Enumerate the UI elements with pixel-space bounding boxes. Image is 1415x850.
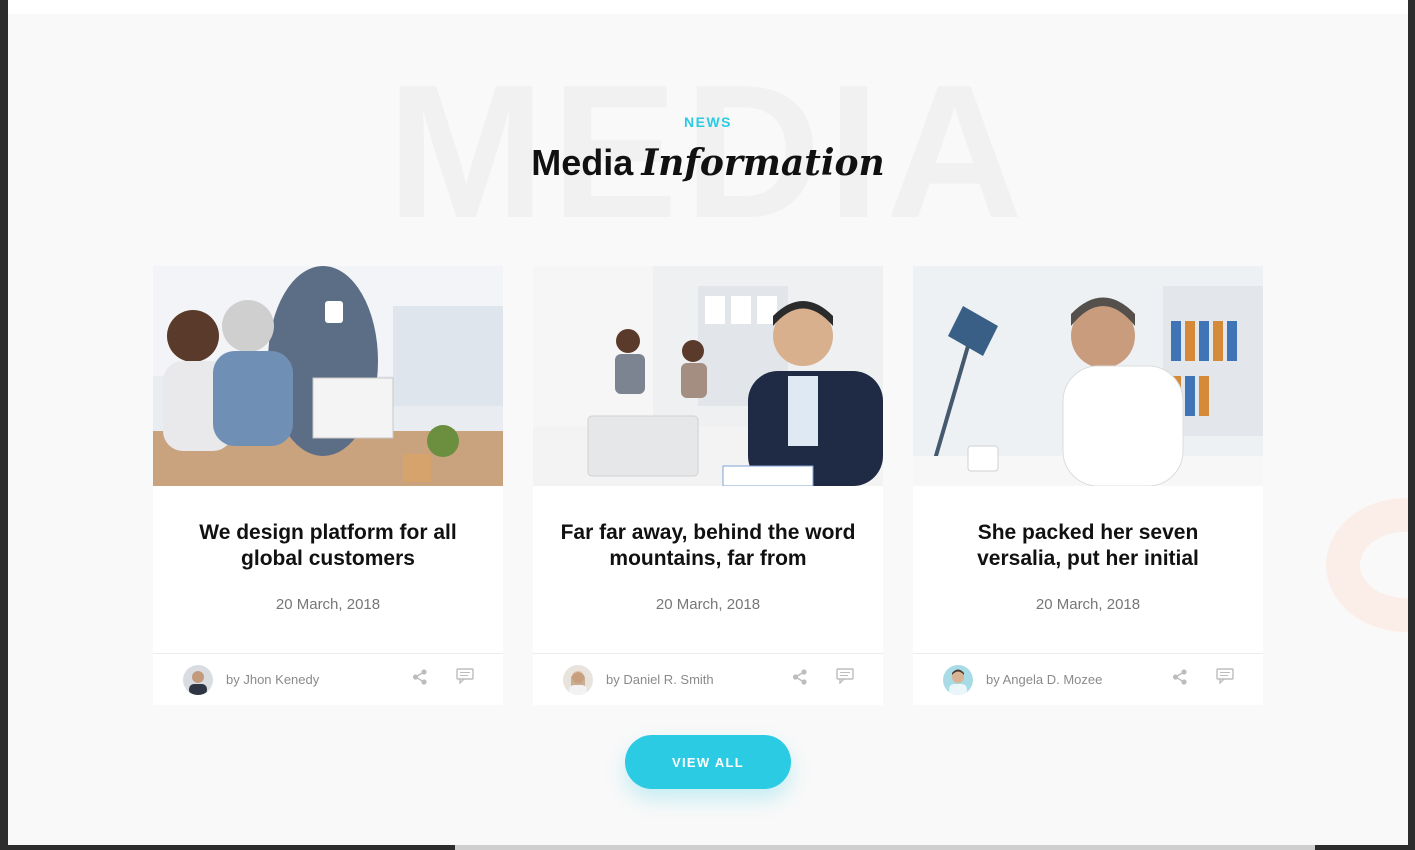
section-eyebrow: NEWS xyxy=(684,114,732,130)
news-card-title[interactable]: We design platform for all global custom… xyxy=(173,520,483,572)
news-card-footer: by Daniel R. Smith xyxy=(533,653,883,705)
author-avatar[interactable] xyxy=(943,665,973,695)
news-card-date: 20 March, 2018 xyxy=(655,596,761,613)
news-card-image[interactable] xyxy=(153,266,503,486)
author-avatar[interactable] xyxy=(563,665,593,695)
page-bottom-edge xyxy=(455,845,1315,850)
header-strip xyxy=(8,0,1408,14)
news-card[interactable]: We design platform for all global custom… xyxy=(153,266,503,705)
author-name[interactable]: by Jhon Kenedy xyxy=(226,672,319,687)
author-name[interactable]: by Daniel R. Smith xyxy=(606,672,714,687)
decorative-shape xyxy=(1326,498,1408,632)
news-card[interactable]: She packed her seven versalia, put her i… xyxy=(913,266,1263,705)
author-name[interactable]: by Angela D. Mozee xyxy=(986,672,1102,687)
section-title: Media Information xyxy=(8,140,1408,186)
news-card-image[interactable] xyxy=(913,266,1263,486)
share-icon[interactable] xyxy=(1171,668,1189,686)
comment-icon[interactable] xyxy=(836,668,854,685)
author-avatar[interactable] xyxy=(183,665,213,695)
news-card-date: 20 March, 2018 xyxy=(275,596,381,613)
news-card-title[interactable]: Far far away, behind the word mountains,… xyxy=(553,520,863,572)
share-icon[interactable] xyxy=(791,668,809,686)
section-title-italic: Information xyxy=(641,142,885,184)
news-card-image[interactable] xyxy=(533,266,883,486)
media-section: MEDIA NEWS Media Information We design p… xyxy=(8,0,1408,845)
comment-icon[interactable] xyxy=(1216,668,1234,685)
news-card[interactable]: Far far away, behind the word mountains,… xyxy=(533,266,883,705)
comment-icon[interactable] xyxy=(456,668,474,685)
news-card-title[interactable]: She packed her seven versalia, put her i… xyxy=(933,520,1243,572)
view-all-button[interactable]: VIEW ALL xyxy=(625,735,791,789)
section-title-plain: Media xyxy=(531,142,634,183)
news-card-date: 20 March, 2018 xyxy=(1035,596,1141,613)
share-icon[interactable] xyxy=(411,668,429,686)
news-card-footer: by Angela D. Mozee xyxy=(913,653,1263,705)
news-card-footer: by Jhon Kenedy xyxy=(153,653,503,705)
